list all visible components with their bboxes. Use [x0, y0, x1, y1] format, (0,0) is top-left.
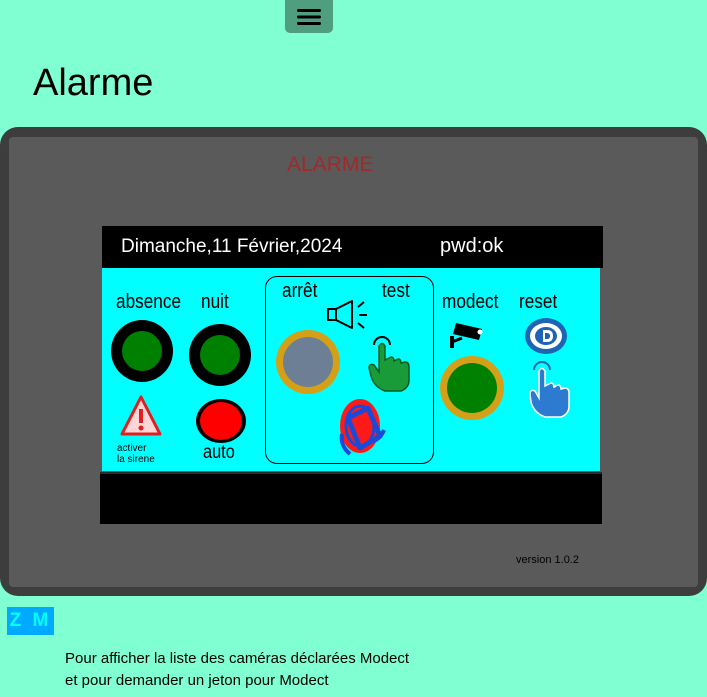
test-hand-icon[interactable]	[365, 328, 413, 394]
device-title: ALARME	[287, 153, 374, 176]
camera-icon	[450, 323, 483, 348]
reset-label: reset	[519, 291, 558, 313]
password-status: pwd:ok	[440, 235, 504, 257]
arret-button[interactable]	[276, 330, 340, 394]
hamburger-menu-button[interactable]	[285, 0, 333, 33]
screen-header: Dimanche,11 Février,2024 pwd:ok	[102, 226, 603, 268]
rfid-badge-icon[interactable]	[334, 396, 392, 460]
modect-indicator	[447, 363, 497, 413]
nuit-indicator	[200, 335, 240, 375]
info-line-2: et pour demander un jeton pour Modect	[65, 672, 329, 689]
screen-footer	[100, 472, 602, 524]
date-display: Dimanche,11 Février,2024	[121, 236, 343, 257]
absence-button[interactable]	[111, 320, 173, 382]
speaker-icon	[327, 300, 367, 329]
siren-label-line2: la sirene	[117, 454, 155, 465]
reset-hand-icon[interactable]	[528, 356, 574, 420]
absence-label: absence	[116, 291, 182, 313]
version-label: version 1.0.2	[516, 554, 579, 566]
auto-indicator	[200, 402, 242, 440]
auto-label: auto	[203, 442, 235, 463]
arret-label: arrêt	[282, 280, 318, 302]
modect-button[interactable]	[440, 356, 504, 420]
info-line-1: Pour afficher la liste des caméras décla…	[65, 650, 410, 667]
page-title: Alarme	[33, 62, 154, 104]
nuit-label: nuit	[201, 291, 229, 313]
test-label: test	[382, 280, 410, 302]
arret-indicator	[283, 337, 333, 387]
warning-triangle-icon[interactable]	[119, 394, 163, 438]
reset-logo-icon	[525, 318, 567, 354]
siren-label-line1: activer	[117, 443, 147, 454]
zm-button[interactable]: Z M	[7, 607, 54, 635]
absence-indicator	[122, 331, 162, 371]
nuit-button[interactable]	[189, 324, 251, 386]
hamburger-menu-icon	[297, 8, 321, 25]
modect-label: modect	[442, 291, 499, 313]
auto-button[interactable]	[196, 399, 246, 443]
